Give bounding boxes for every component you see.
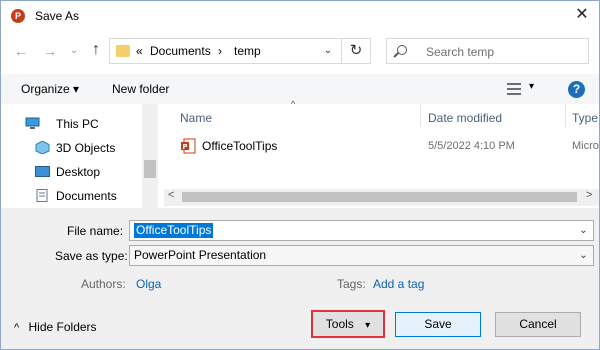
- search-box[interactable]: Search temp: [386, 38, 589, 64]
- help-button[interactable]: ?: [568, 81, 585, 98]
- desktop-icon: [35, 166, 50, 177]
- chevron-down-icon: ▾: [365, 320, 371, 331]
- breadcrumb-separator: ›: [218, 44, 222, 58]
- search-icon: [397, 45, 407, 55]
- breadcrumb-overflow[interactable]: «: [136, 44, 143, 58]
- hide-folders-button[interactable]: ^ Hide Folders: [14, 320, 97, 334]
- authors-value[interactable]: Olga: [136, 277, 161, 291]
- column-header-name[interactable]: Name: [180, 111, 212, 125]
- scroll-left-icon[interactable]: <: [168, 189, 174, 201]
- refresh-button[interactable]: ↻: [341, 38, 371, 64]
- save-as-type-value: PowerPoint Presentation: [134, 248, 267, 262]
- file-name-dropdown-icon[interactable]: ⌄: [576, 223, 591, 238]
- command-bar: Organize ▾ New folder ▾ ?: [1, 74, 599, 104]
- svg-text:P: P: [182, 143, 187, 151]
- breadcrumb-temp[interactable]: temp: [234, 44, 261, 58]
- column-divider[interactable]: [565, 104, 566, 127]
- save-as-dialog: P Save As ✕ ← → ⌄ ↑ « Documents › temp ⌄…: [0, 0, 600, 350]
- dialog-title: Save As: [35, 9, 80, 23]
- view-options-icon[interactable]: [507, 83, 521, 95]
- tree-item-this-pc[interactable]: This PC: [25, 113, 155, 135]
- scrollbar-thumb[interactable]: [182, 192, 577, 202]
- tools-label: Tools: [325, 317, 354, 331]
- tree-item-label: This PC: [56, 117, 99, 131]
- powerpoint-icon: P: [11, 9, 25, 23]
- view-dropdown-icon[interactable]: ▾: [529, 81, 534, 92]
- tree-item-label: 3D Objects: [56, 141, 116, 155]
- address-dropdown-icon[interactable]: ⌄: [320, 43, 336, 59]
- chevron-up-icon: ^: [14, 322, 20, 334]
- breadcrumb-documents[interactable]: Documents: [150, 44, 211, 58]
- navigation-pane-scrollbar[interactable]: [142, 104, 158, 208]
- 3d-objects-icon: [35, 141, 50, 154]
- file-name-value[interactable]: OfficeToolTips: [134, 223, 214, 238]
- file-list-horizontal-scrollbar[interactable]: < >: [164, 189, 599, 206]
- file-name-field[interactable]: OfficeToolTips ⌄: [129, 220, 594, 241]
- cancel-button[interactable]: Cancel: [495, 312, 581, 337]
- tools-button[interactable]: Tools ▾: [311, 310, 385, 338]
- pptx-file-icon: P: [181, 138, 196, 154]
- save-as-type-select[interactable]: PowerPoint Presentation ⌄: [129, 245, 594, 266]
- new-folder-button[interactable]: New folder: [112, 82, 169, 96]
- file-date-cell: 5/5/2022 4:10 PM: [428, 140, 515, 152]
- save-as-type-label: Save as type:: [55, 249, 128, 263]
- save-as-type-dropdown-icon[interactable]: ⌄: [576, 248, 591, 263]
- organize-button[interactable]: Organize ▾: [21, 82, 79, 96]
- search-placeholder: Search temp: [426, 45, 495, 59]
- recent-locations-dropdown[interactable]: ⌄: [65, 42, 83, 60]
- file-name-cell: OfficeToolTips: [202, 139, 278, 153]
- file-row[interactable]: P OfficeToolTips 5/5/2022 4:10 PM Micro: [176, 135, 599, 157]
- documents-icon: [36, 189, 48, 202]
- address-bar[interactable]: « Documents › temp ⌄: [109, 38, 371, 64]
- title-bar: P Save As ✕: [1, 1, 599, 31]
- forward-button[interactable]: →: [41, 42, 59, 60]
- add-tag-link[interactable]: Add a tag: [373, 277, 424, 291]
- column-header-date-modified[interactable]: Date modified: [428, 111, 502, 125]
- file-type-cell: Micro: [572, 140, 599, 152]
- save-options-panel: File name: OfficeToolTips ⌄ Save as type…: [1, 208, 599, 349]
- scroll-right-icon[interactable]: >: [586, 189, 592, 201]
- close-button[interactable]: ✕: [572, 5, 592, 25]
- column-header-type[interactable]: Type: [572, 111, 598, 125]
- tree-item-label: Desktop: [56, 165, 101, 179]
- tree-item-label: Documents: [56, 189, 117, 203]
- authors-label: Authors:: [81, 277, 126, 291]
- navigation-pane: This PC 3D Objects Desktop Documents: [1, 104, 159, 207]
- save-button[interactable]: Save: [395, 312, 481, 337]
- sort-ascending-icon: ^: [291, 99, 296, 109]
- hide-folders-label: Hide Folders: [28, 320, 97, 334]
- back-button[interactable]: ←: [12, 42, 30, 60]
- tags-label: Tags:: [337, 277, 366, 291]
- folder-icon: [116, 45, 130, 57]
- pc-icon: [25, 117, 40, 129]
- file-name-label: File name:: [67, 224, 124, 238]
- column-divider[interactable]: [420, 104, 421, 127]
- up-button[interactable]: ↑: [87, 41, 105, 59]
- scrollbar-thumb[interactable]: [144, 160, 156, 178]
